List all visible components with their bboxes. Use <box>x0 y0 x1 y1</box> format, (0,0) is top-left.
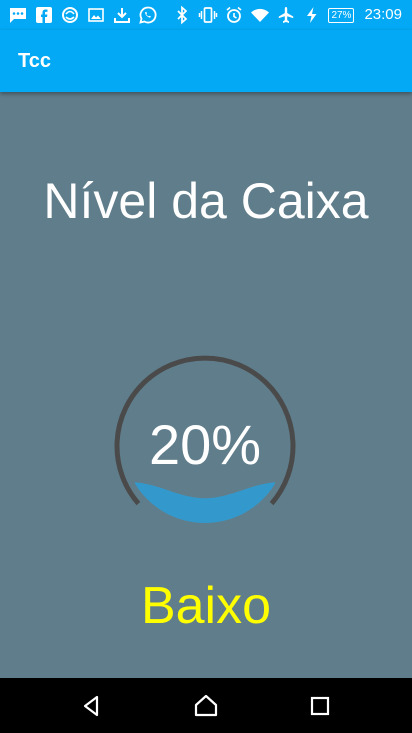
recents-icon[interactable] <box>306 692 334 720</box>
message-icon <box>8 5 28 25</box>
sticker-icon <box>60 5 80 25</box>
battery-icon: 27% <box>328 7 355 23</box>
alarm-icon <box>224 5 244 25</box>
water-level-gauge: 20% <box>110 345 300 525</box>
image-icon <box>86 5 106 25</box>
page-title: Nível da Caixa <box>43 173 369 229</box>
level-percent: 20% <box>148 413 262 476</box>
wifi-icon <box>250 5 270 25</box>
level-status: Baixo <box>140 577 272 635</box>
whatsapp-icon <box>138 5 158 25</box>
home-icon[interactable] <box>192 692 220 720</box>
app-bar: Tcc <box>0 30 412 92</box>
system-icons: 27% 23:09 <box>172 5 402 25</box>
bluetooth-icon <box>172 5 192 25</box>
status-bar: 27% 23:09 <box>0 0 412 30</box>
download-icon <box>112 5 132 25</box>
water-wave <box>135 482 275 523</box>
vibrate-icon <box>198 5 218 25</box>
notification-icons <box>8 5 158 25</box>
status-time: 23:09 <box>364 6 402 23</box>
facebook-icon <box>34 5 54 25</box>
navigation-bar <box>0 678 412 733</box>
charging-icon <box>302 5 322 25</box>
airplane-icon <box>276 5 296 25</box>
back-icon[interactable] <box>78 692 106 720</box>
app-title: Tcc <box>18 50 51 72</box>
